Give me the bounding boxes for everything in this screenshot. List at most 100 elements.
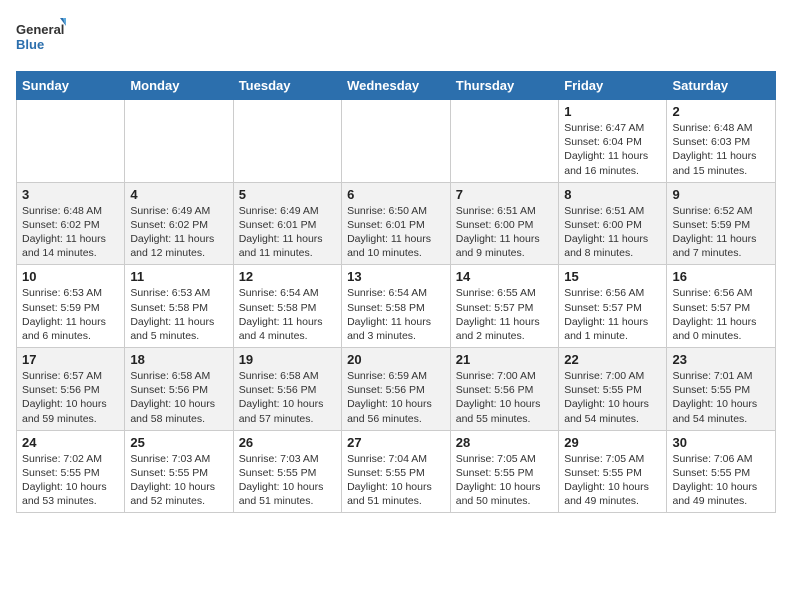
day-number: 11 xyxy=(130,269,227,284)
day-number: 16 xyxy=(672,269,770,284)
day-cell: 2 Sunrise: 6:48 AM Sunset: 6:03 PM Daylig… xyxy=(667,100,776,183)
day-number: 24 xyxy=(22,435,119,450)
day-cell: 16 Sunrise: 6:56 AM Sunset: 5:57 PM Dayli… xyxy=(667,265,776,348)
day-number: 17 xyxy=(22,352,119,367)
day-number: 4 xyxy=(130,187,227,202)
day-number: 15 xyxy=(564,269,661,284)
day-cell: 17 Sunrise: 6:57 AM Sunset: 5:56 PM Dayli… xyxy=(17,348,125,431)
day-number: 21 xyxy=(456,352,553,367)
calendar: SundayMondayTuesdayWednesdayThursdayFrid… xyxy=(16,71,776,513)
day-number: 6 xyxy=(347,187,445,202)
day-info: Sunrise: 7:02 AM Sunset: 5:55 PM Dayligh… xyxy=(22,452,119,509)
svg-text:General: General xyxy=(16,22,64,37)
day-number: 23 xyxy=(672,352,770,367)
day-cell: 3 Sunrise: 6:48 AM Sunset: 6:02 PM Daylig… xyxy=(17,182,125,265)
day-number: 9 xyxy=(672,187,770,202)
day-number: 1 xyxy=(564,104,661,119)
page-header: General Blue xyxy=(16,16,776,61)
day-cell: 9 Sunrise: 6:52 AM Sunset: 5:59 PM Daylig… xyxy=(667,182,776,265)
day-cell: 13 Sunrise: 6:54 AM Sunset: 5:58 PM Dayli… xyxy=(342,265,451,348)
day-number: 30 xyxy=(672,435,770,450)
weekday-header-tuesday: Tuesday xyxy=(233,72,341,100)
day-info: Sunrise: 7:00 AM Sunset: 5:55 PM Dayligh… xyxy=(564,369,661,426)
day-info: Sunrise: 7:03 AM Sunset: 5:55 PM Dayligh… xyxy=(239,452,336,509)
logo: General Blue xyxy=(16,16,66,61)
day-number: 27 xyxy=(347,435,445,450)
day-number: 22 xyxy=(564,352,661,367)
day-info: Sunrise: 6:56 AM Sunset: 5:57 PM Dayligh… xyxy=(672,286,770,343)
week-row-1: 1 Sunrise: 6:47 AM Sunset: 6:04 PM Daylig… xyxy=(17,100,776,183)
weekday-header-monday: Monday xyxy=(125,72,233,100)
day-cell: 23 Sunrise: 7:01 AM Sunset: 5:55 PM Dayli… xyxy=(667,348,776,431)
day-info: Sunrise: 6:51 AM Sunset: 6:00 PM Dayligh… xyxy=(564,204,661,261)
day-cell: 26 Sunrise: 7:03 AM Sunset: 5:55 PM Dayli… xyxy=(233,430,341,513)
day-cell: 21 Sunrise: 7:00 AM Sunset: 5:56 PM Dayli… xyxy=(450,348,558,431)
week-row-3: 10Sunrise: 6:53 AM Sunset: 5:59 PM Dayli… xyxy=(17,265,776,348)
day-info: Sunrise: 6:58 AM Sunset: 5:56 PM Dayligh… xyxy=(239,369,336,426)
day-info: Sunrise: 6:51 AM Sunset: 6:00 PM Dayligh… xyxy=(456,204,553,261)
day-cell: 4 Sunrise: 6:49 AM Sunset: 6:02 PM Daylig… xyxy=(125,182,233,265)
day-info: Sunrise: 6:52 AM Sunset: 5:59 PM Dayligh… xyxy=(672,204,770,261)
day-number: 5 xyxy=(239,187,336,202)
day-number: 3 xyxy=(22,187,119,202)
day-cell: 15 Sunrise: 6:56 AM Sunset: 5:57 PM Dayli… xyxy=(559,265,667,348)
day-cell: 25 Sunrise: 7:03 AM Sunset: 5:55 PM Dayli… xyxy=(125,430,233,513)
day-cell: 28 Sunrise: 7:05 AM Sunset: 5:55 PM Dayli… xyxy=(450,430,558,513)
day-info: Sunrise: 7:05 AM Sunset: 5:55 PM Dayligh… xyxy=(456,452,553,509)
day-info: Sunrise: 6:47 AM Sunset: 6:04 PM Dayligh… xyxy=(564,121,661,178)
day-info: Sunrise: 6:48 AM Sunset: 6:03 PM Dayligh… xyxy=(672,121,770,178)
day-info: Sunrise: 7:01 AM Sunset: 5:55 PM Dayligh… xyxy=(672,369,770,426)
day-number: 12 xyxy=(239,269,336,284)
day-info: Sunrise: 6:59 AM Sunset: 5:56 PM Dayligh… xyxy=(347,369,445,426)
day-cell: 29Sunrise: 7:05 AM Sunset: 5:55 PM Dayli… xyxy=(559,430,667,513)
day-cell xyxy=(450,100,558,183)
day-info: Sunrise: 6:53 AM Sunset: 5:58 PM Dayligh… xyxy=(130,286,227,343)
day-info: Sunrise: 6:49 AM Sunset: 6:01 PM Dayligh… xyxy=(239,204,336,261)
day-cell: 10Sunrise: 6:53 AM Sunset: 5:59 PM Dayli… xyxy=(17,265,125,348)
day-number: 29 xyxy=(564,435,661,450)
svg-text:Blue: Blue xyxy=(16,37,44,52)
day-number: 13 xyxy=(347,269,445,284)
day-cell: 7 Sunrise: 6:51 AM Sunset: 6:00 PM Daylig… xyxy=(450,182,558,265)
day-number: 10 xyxy=(22,269,119,284)
day-cell: 19Sunrise: 6:58 AM Sunset: 5:56 PM Dayli… xyxy=(233,348,341,431)
day-info: Sunrise: 6:48 AM Sunset: 6:02 PM Dayligh… xyxy=(22,204,119,261)
day-info: Sunrise: 7:03 AM Sunset: 5:55 PM Dayligh… xyxy=(130,452,227,509)
day-number: 14 xyxy=(456,269,553,284)
day-cell: 30 Sunrise: 7:06 AM Sunset: 5:55 PM Dayli… xyxy=(667,430,776,513)
day-info: Sunrise: 7:00 AM Sunset: 5:56 PM Dayligh… xyxy=(456,369,553,426)
week-row-5: 24 Sunrise: 7:02 AM Sunset: 5:55 PM Dayli… xyxy=(17,430,776,513)
day-info: Sunrise: 7:06 AM Sunset: 5:55 PM Dayligh… xyxy=(672,452,770,509)
weekday-header-wednesday: Wednesday xyxy=(342,72,451,100)
day-info: Sunrise: 6:55 AM Sunset: 5:57 PM Dayligh… xyxy=(456,286,553,343)
day-number: 26 xyxy=(239,435,336,450)
day-number: 7 xyxy=(456,187,553,202)
weekday-header-sunday: Sunday xyxy=(17,72,125,100)
day-cell: 18Sunrise: 6:58 AM Sunset: 5:56 PM Dayli… xyxy=(125,348,233,431)
day-number: 25 xyxy=(130,435,227,450)
weekday-header-row: SundayMondayTuesdayWednesdayThursdayFrid… xyxy=(17,72,776,100)
day-cell: 8Sunrise: 6:51 AM Sunset: 6:00 PM Daylig… xyxy=(559,182,667,265)
day-info: Sunrise: 6:57 AM Sunset: 5:56 PM Dayligh… xyxy=(22,369,119,426)
day-info: Sunrise: 6:54 AM Sunset: 5:58 PM Dayligh… xyxy=(347,286,445,343)
day-cell xyxy=(342,100,451,183)
day-info: Sunrise: 7:04 AM Sunset: 5:55 PM Dayligh… xyxy=(347,452,445,509)
day-cell: 1 Sunrise: 6:47 AM Sunset: 6:04 PM Daylig… xyxy=(559,100,667,183)
day-cell: 12Sunrise: 6:54 AM Sunset: 5:58 PM Dayli… xyxy=(233,265,341,348)
weekday-header-saturday: Saturday xyxy=(667,72,776,100)
day-number: 18 xyxy=(130,352,227,367)
day-cell xyxy=(17,100,125,183)
weekday-header-friday: Friday xyxy=(559,72,667,100)
day-info: Sunrise: 6:56 AM Sunset: 5:57 PM Dayligh… xyxy=(564,286,661,343)
day-number: 2 xyxy=(672,104,770,119)
day-number: 28 xyxy=(456,435,553,450)
day-info: Sunrise: 6:49 AM Sunset: 6:02 PM Dayligh… xyxy=(130,204,227,261)
day-cell: 20 Sunrise: 6:59 AM Sunset: 5:56 PM Dayli… xyxy=(342,348,451,431)
day-cell: 11 Sunrise: 6:53 AM Sunset: 5:58 PM Dayli… xyxy=(125,265,233,348)
logo-svg: General Blue xyxy=(16,16,66,61)
day-cell xyxy=(125,100,233,183)
day-number: 20 xyxy=(347,352,445,367)
day-cell: 24 Sunrise: 7:02 AM Sunset: 5:55 PM Dayli… xyxy=(17,430,125,513)
day-cell: 5 Sunrise: 6:49 AM Sunset: 6:01 PM Daylig… xyxy=(233,182,341,265)
day-cell: 27 Sunrise: 7:04 AM Sunset: 5:55 PM Dayli… xyxy=(342,430,451,513)
